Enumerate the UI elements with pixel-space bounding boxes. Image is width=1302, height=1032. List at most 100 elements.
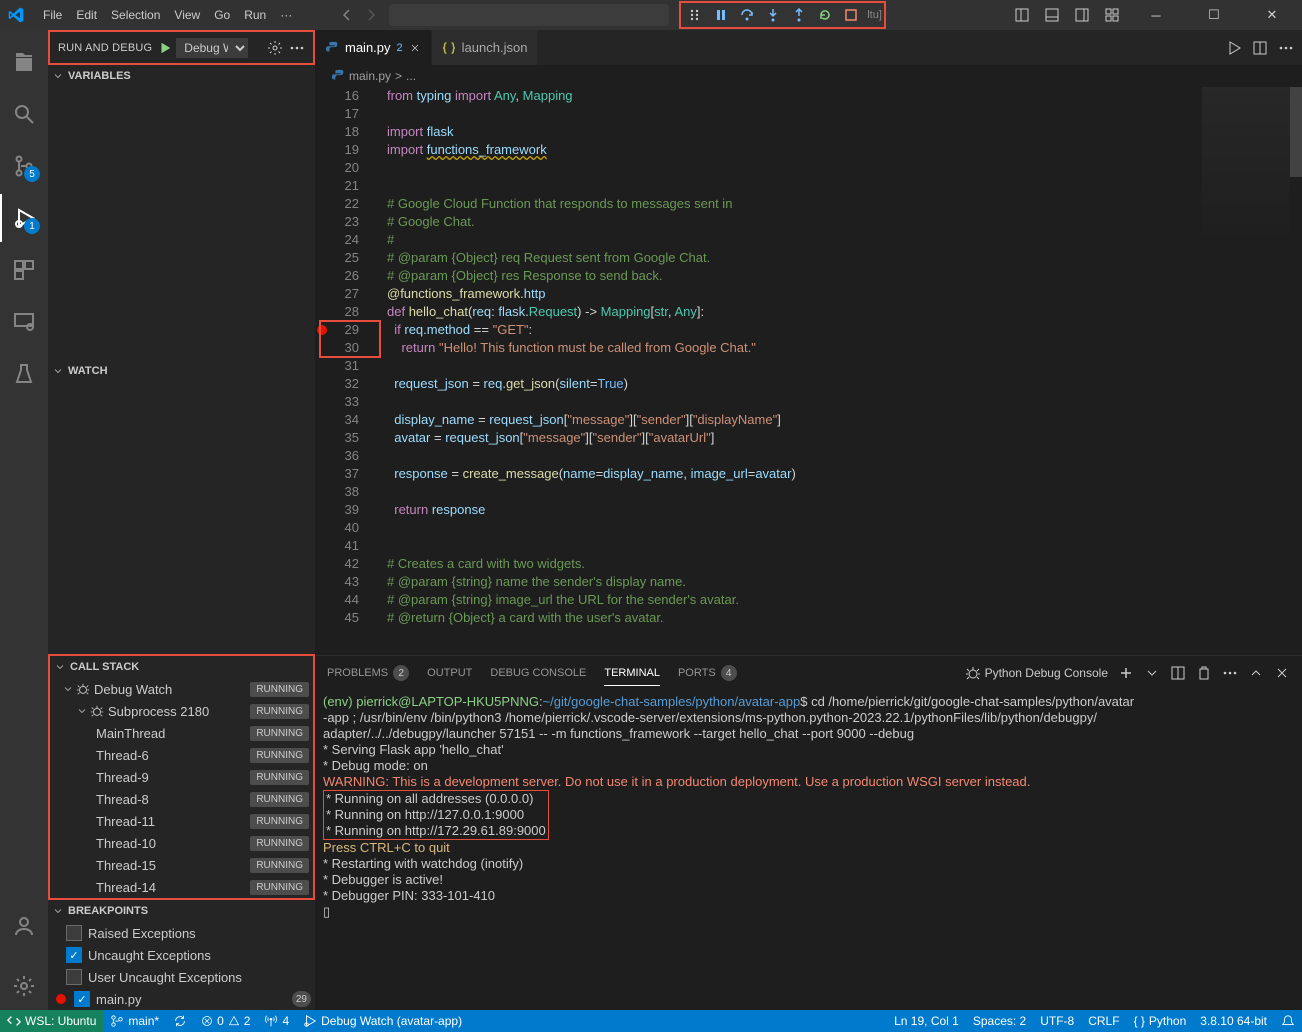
explorer-icon[interactable] — [0, 38, 48, 86]
search-icon[interactable] — [0, 90, 48, 138]
code-line[interactable]: 45# @return {Object} a card with the use… — [315, 609, 1302, 627]
split-terminal-icon[interactable] — [1170, 665, 1186, 681]
testing-icon[interactable] — [0, 350, 48, 398]
step-over-icon[interactable] — [735, 4, 759, 26]
python-version[interactable]: 3.8.10 64-bit — [1193, 1010, 1274, 1032]
more-icon[interactable] — [1222, 665, 1238, 681]
terminal-output[interactable]: (env) pierrick@LAPTOP-HKU5PNNG:~/git/goo… — [315, 690, 1302, 1010]
pause-icon[interactable] — [709, 4, 733, 26]
code-line[interactable]: 17 — [315, 105, 1302, 123]
kill-terminal-icon[interactable] — [1196, 665, 1212, 681]
menu-go[interactable]: Go — [207, 0, 237, 30]
code-line[interactable]: 41 — [315, 537, 1302, 555]
encoding[interactable]: UTF-8 — [1033, 1010, 1081, 1032]
more-icon[interactable] — [1278, 40, 1294, 56]
stop-icon[interactable] — [839, 4, 863, 26]
code-line[interactable]: 24# — [315, 231, 1302, 249]
maximize-button[interactable]: ☐ — [1192, 0, 1236, 30]
terminal-tab[interactable]: TERMINAL — [604, 661, 660, 686]
tab-main.py[interactable]: main.py2 — [315, 30, 432, 65]
menu-run[interactable]: Run — [237, 0, 273, 30]
branch-indicator[interactable]: main* — [103, 1010, 166, 1032]
code-line[interactable]: 38 — [315, 483, 1302, 501]
sync-indicator[interactable] — [166, 1010, 194, 1032]
layout-right-icon[interactable] — [1074, 7, 1090, 23]
checkbox-icon[interactable] — [74, 991, 90, 1007]
callstack-subprocess[interactable]: Subprocess 2180 RUNNING — [50, 700, 313, 722]
nav-fwd-icon[interactable] — [363, 7, 379, 23]
bp-file-row[interactable]: main.py29 — [48, 988, 315, 1010]
cursor-position[interactable]: Ln 19, Col 1 — [887, 1010, 966, 1032]
step-into-icon[interactable] — [761, 4, 785, 26]
bp-user-uncaught[interactable]: User Uncaught Exceptions — [48, 966, 315, 988]
breadcrumb[interactable]: main.py > ... — [315, 65, 1302, 87]
source-control-icon[interactable]: 5 — [0, 142, 48, 190]
code-line[interactable]: 39 return response — [315, 501, 1302, 519]
eol[interactable]: CRLF — [1081, 1010, 1126, 1032]
thread-row[interactable]: MainThreadRUNNING — [50, 722, 313, 744]
bp-raised[interactable]: Raised Exceptions — [48, 922, 315, 944]
code-line[interactable]: 21 — [315, 177, 1302, 195]
code-line[interactable]: 44# @param {string} image_url the URL fo… — [315, 591, 1302, 609]
ports-indicator[interactable]: 4 — [257, 1010, 296, 1032]
settings-gear-icon[interactable] — [0, 962, 48, 1010]
thread-row[interactable]: Thread-15RUNNING — [50, 854, 313, 876]
code-line[interactable]: 36 — [315, 447, 1302, 465]
indentation[interactable]: Spaces: 2 — [966, 1010, 1033, 1032]
code-line[interactable]: 31 — [315, 357, 1302, 375]
drag-handle-icon[interactable] — [683, 4, 707, 26]
bp-uncaught[interactable]: Uncaught Exceptions — [48, 944, 315, 966]
variables-section-header[interactable]: VARIABLES — [48, 65, 315, 87]
checkbox-icon[interactable] — [66, 969, 82, 985]
code-line[interactable]: 34 display_name = request_json["message"… — [315, 411, 1302, 429]
watch-section-header[interactable]: WATCH — [48, 360, 315, 382]
command-center[interactable] — [389, 4, 669, 26]
breakpoints-header[interactable]: BREAKPOINTS — [48, 900, 315, 922]
debug-status[interactable]: Debug Watch (avatar-app) — [296, 1010, 469, 1032]
menu-view[interactable]: View — [167, 0, 207, 30]
nav-back-icon[interactable] — [339, 7, 355, 23]
terminal-select[interactable]: Python Debug Console — [965, 665, 1108, 681]
code-line[interactable]: 28def hello_chat(req: flask.Request) -> … — [315, 303, 1302, 321]
maximize-panel-icon[interactable] — [1248, 665, 1264, 681]
code-line[interactable]: 18import flask — [315, 123, 1302, 141]
menu-···[interactable]: ··· — [273, 0, 299, 30]
code-line[interactable]: 19import functions_framework — [315, 141, 1302, 159]
minimap[interactable] — [1202, 87, 1290, 247]
restart-icon[interactable] — [813, 4, 837, 26]
debug-config-select[interactable]: Debug Wa — [176, 38, 248, 58]
callstack-session[interactable]: Debug Watch RUNNING — [50, 678, 313, 700]
layout-icon[interactable] — [1014, 7, 1030, 23]
customize-layout-icon[interactable] — [1104, 7, 1120, 23]
code-line[interactable]: 29 if req.method == "GET": — [315, 321, 1302, 339]
thread-row[interactable]: Thread-10RUNNING — [50, 832, 313, 854]
chevron-down-icon[interactable] — [1144, 665, 1160, 681]
new-terminal-icon[interactable] — [1118, 665, 1134, 681]
menu-selection[interactable]: Selection — [104, 0, 167, 30]
more-icon[interactable] — [289, 40, 305, 56]
thread-row[interactable]: Thread-14RUNNING — [50, 876, 313, 898]
run-icon[interactable] — [1226, 40, 1242, 56]
code-line[interactable]: 40 — [315, 519, 1302, 537]
menu-edit[interactable]: Edit — [69, 0, 104, 30]
tab-launch.json[interactable]: launch.json — [432, 30, 539, 65]
scrollbar[interactable] — [1290, 87, 1302, 655]
code-line[interactable]: 22# Google Cloud Function that responds … — [315, 195, 1302, 213]
minimize-button[interactable]: ─ — [1134, 0, 1178, 30]
code-line[interactable]: 37 response = create_message(name=displa… — [315, 465, 1302, 483]
code-line[interactable]: 42# Creates a card with two widgets. — [315, 555, 1302, 573]
code-line[interactable]: 23# Google Chat. — [315, 213, 1302, 231]
code-line[interactable]: 16from typing import Any, Mapping — [315, 87, 1302, 105]
debug-console-tab[interactable]: DEBUG CONSOLE — [490, 661, 586, 685]
code-line[interactable]: 33 — [315, 393, 1302, 411]
run-debug-icon[interactable]: 1 — [0, 194, 48, 242]
checkbox-icon[interactable] — [66, 947, 82, 963]
remote-indicator[interactable]: WSL: Ubuntu — [0, 1010, 103, 1032]
code-line[interactable]: 20 — [315, 159, 1302, 177]
menu-file[interactable]: File — [36, 0, 69, 30]
breakpoint-icon[interactable] — [317, 325, 327, 335]
code-line[interactable]: 27@functions_framework.http — [315, 285, 1302, 303]
output-tab[interactable]: OUTPUT — [427, 661, 472, 685]
callstack-header[interactable]: CALL STACK — [50, 656, 313, 678]
thread-row[interactable]: Thread-9RUNNING — [50, 766, 313, 788]
